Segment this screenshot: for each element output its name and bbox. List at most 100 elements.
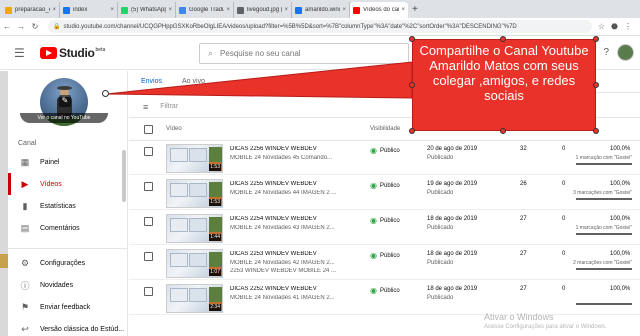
video-thumbnail[interactable]: 1:44 [166,214,223,243]
resize-handle[interactable] [409,36,415,42]
sidebar-item-analytics[interactable]: ▮ Estatísticas [0,195,128,217]
video-title[interactable]: DICAS 2252 WINDEV WEBDEV [230,286,365,292]
video-title[interactable]: DICAS 2255 WINDEV WEBDEV [230,181,365,187]
sidebar-item-videos[interactable]: ▶ Vídeos [0,173,128,195]
tab-close-icon[interactable]: × [226,7,230,13]
visibility-cell[interactable]: ◉ Público [370,216,400,225]
new-tab-button[interactable]: + [412,2,418,18]
publish-date: 18 de ago de 2019 [427,251,478,257]
likes-percent: 100,0% [610,216,631,222]
browser-tab-strip: preparacao_estudo×index×(5) WhatsApp×Goo… [0,0,640,18]
likes-bar-fill [576,233,632,235]
video-thumbnail[interactable]: 1:07 [166,249,223,278]
comments-count: 0 [562,216,566,222]
sidebar-item-feedback[interactable]: ⚑ Enviar feedback [0,296,128,318]
browser-menu-icon[interactable]: ⋮ [624,22,632,31]
tab-close-icon[interactable]: × [52,7,56,13]
sidebar-scrollbar[interactable] [122,150,126,202]
resize-handle[interactable] [593,36,599,42]
resize-handle[interactable] [500,36,506,42]
tab-close-icon[interactable]: × [342,7,346,13]
visibility-cell[interactable]: ◉ Público [370,181,400,190]
tab-uploads[interactable]: Envios [141,78,162,85]
likes-bar [576,163,632,165]
menu-icon[interactable]: ☰ [14,46,30,60]
table-row[interactable]: 2:34 DICAS 2252 WINDEV WEBDEV MOBILE 24 No… [129,281,640,315]
sidebar-item-comments[interactable]: ▤ Comentários [0,217,128,239]
row-checkbox[interactable] [144,217,153,226]
browser-tab[interactable]: preparacao_estudo× [2,2,60,18]
sidebar-item-classic[interactable]: ↩ Versão clássica do Estúd... [0,318,128,336]
edit-icon[interactable]: ✎ [59,95,71,107]
likes-bar [576,233,632,235]
browser-tab[interactable]: index × [60,2,118,18]
browser-tab[interactable]: (5) WhatsApp × [118,2,176,18]
visibility-label: Público [379,252,400,259]
sidebar-item-settings[interactable]: ⚙ Configurações [0,252,128,274]
thumb-window-a [170,148,188,162]
browser-tab[interactable]: Google Tradutor× [176,2,234,18]
search-input[interactable] [220,49,391,58]
bookmark-star-icon[interactable]: ☆ [598,22,605,31]
studio-logo[interactable]: Studio beta [40,46,105,60]
search-box[interactable]: ⌕ [199,43,409,64]
table-row[interactable]: 1:53 DICAS 2256 WINDEV WEBDEV MOBILE 24 No… [129,141,640,175]
callout-anchor-handle[interactable] [102,90,109,97]
row-checkbox[interactable] [144,252,153,261]
extension-icon[interactable]: ⬣ [611,22,618,31]
reload-icon[interactable]: ↻ [28,22,42,31]
logo-text: Studio [59,46,95,60]
select-all-checkbox[interactable] [144,125,153,134]
row-checkbox[interactable] [144,182,153,191]
video-thumbnail[interactable]: 2:34 [166,284,223,313]
tab-close-icon[interactable]: × [168,7,172,13]
url-input[interactable]: 🔒 studio.youtube.com/channel/UCQGPHppGSX… [48,20,592,33]
tab-close-icon[interactable]: × [401,7,405,13]
likes-percent: 100,0% [610,286,631,292]
share-callout[interactable]: Compartilhe o Canal Youtube Amarildo Mat… [412,39,596,131]
column-video[interactable]: Vídeo [166,126,182,132]
visibility-cell[interactable]: ◉ Público [370,251,400,260]
visibility-label: Público [379,217,400,224]
video-title[interactable]: DICAS 2253 WINDEV WEBDEV [230,251,365,257]
resize-handle[interactable] [593,82,599,88]
thumb-window-b [189,253,207,267]
video-thumbnail[interactable]: 1:53 [166,144,223,173]
video-description: MOBILE 24 Novidades 43 IMAGEN 2... [230,225,335,231]
forward-icon[interactable]: → [14,22,28,31]
browser-tab[interactable]: livegoud.jpg (11...× [234,2,292,18]
sidebar-divider [8,248,128,249]
table-row[interactable]: 1:53 DICAS 2255 WINDEV WEBDEV MOBILE 24 No… [129,176,640,210]
row-checkbox[interactable] [144,147,153,156]
resize-handle[interactable] [409,82,415,88]
column-visibility[interactable]: Visibilidade [370,126,400,132]
sidebar-item-whats-new[interactable]: ⓘ Novidades [0,274,128,296]
view-channel-link[interactable]: Ver o canal no YouTube [20,113,108,123]
row-checkbox[interactable] [144,287,153,296]
account-avatar[interactable] [617,44,634,61]
table-row[interactable]: 1:07 DICAS 2253 WINDEV WEBDEV MOBILE 24 No… [129,246,640,280]
tab-close-icon[interactable]: × [284,7,288,13]
help-icon[interactable]: ? [603,47,609,58]
video-title[interactable]: DICAS 2256 WINDEV WEBDEV [230,146,365,152]
video-title[interactable]: DICAS 2254 WINDEV WEBDEV [230,216,365,222]
comments-count: 0 [562,286,566,292]
visibility-cell[interactable]: ◉ Público [370,146,400,155]
video-thumbnail[interactable]: 1:53 [166,179,223,208]
tab-close-icon[interactable]: × [110,7,114,13]
visibility-label: Público [379,182,400,189]
visibility-cell[interactable]: ◉ Público [370,286,400,295]
resize-handle[interactable] [409,128,415,134]
browser-tab[interactable]: amarildo.windev× [292,2,350,18]
sidebar-item-label: Configurações [40,259,86,267]
browser-tab[interactable]: Vídeos do canal -× [350,2,408,18]
resize-handle[interactable] [500,128,506,134]
likes-bar-fill [576,268,632,270]
tab-live[interactable]: Ao vivo [182,78,205,85]
sidebar-item-dashboard[interactable]: ▦ Painel [0,151,128,173]
filter-icon[interactable]: ≡ [143,102,148,112]
back-icon[interactable]: ← [0,22,14,31]
browser-actions: ☆ ⬣ ⋮ [598,22,632,31]
table-row[interactable]: 1:44 DICAS 2254 WINDEV WEBDEV MOBILE 24 No… [129,211,640,245]
resize-handle[interactable] [593,128,599,134]
